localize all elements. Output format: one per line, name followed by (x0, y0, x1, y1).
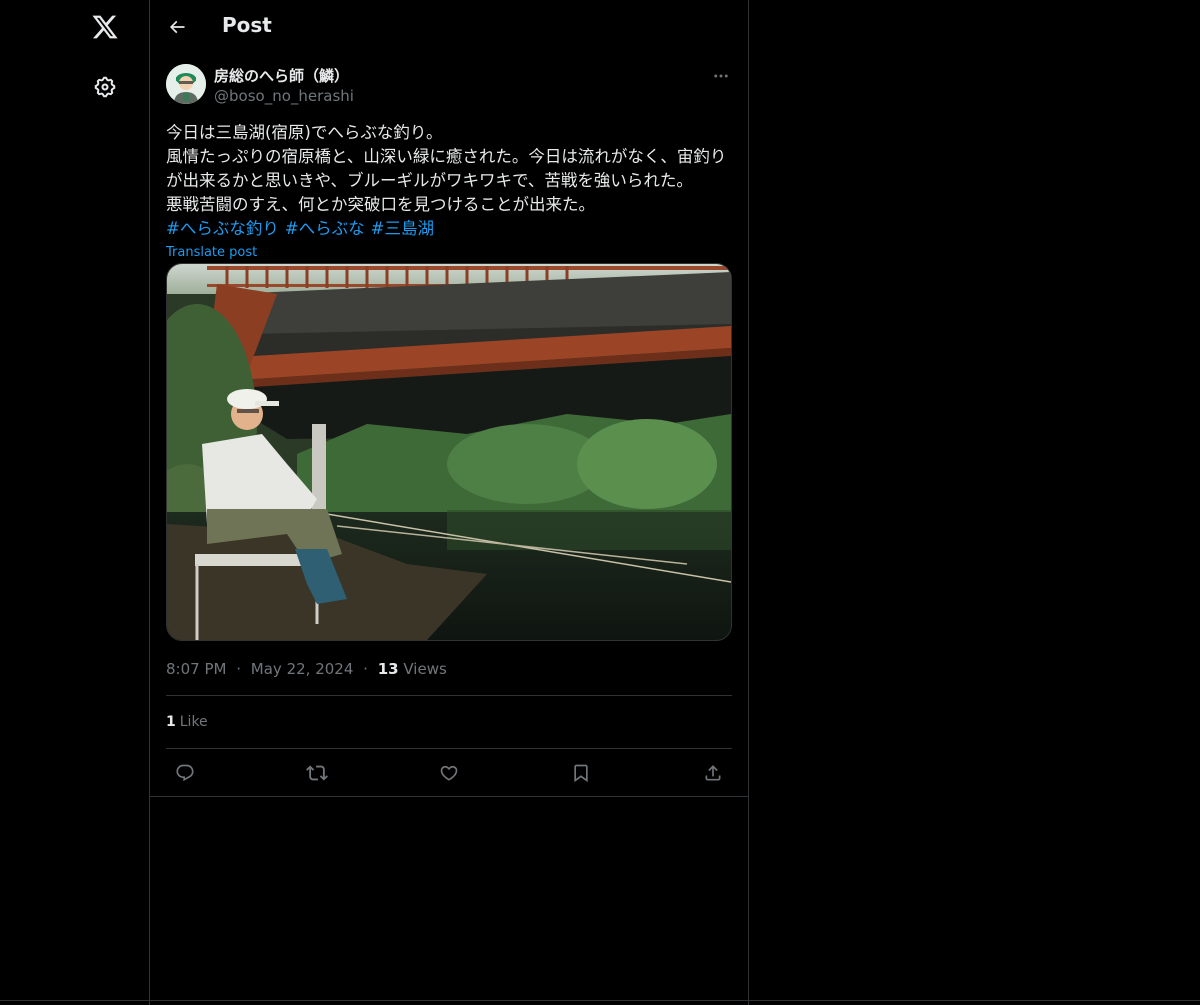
likes-row[interactable]: 1 Like (166, 696, 732, 748)
post-bottom-border (150, 796, 748, 797)
translate-post-link[interactable]: Translate post (166, 243, 257, 263)
x-logo-icon (92, 15, 118, 39)
reply-icon (176, 764, 194, 781)
fishing-photo (167, 264, 731, 640)
reply-button[interactable] (170, 758, 200, 788)
share-icon (705, 764, 721, 780)
author-info: 房総のへら師（鱗） @boso_no_herashi (214, 66, 354, 106)
avatar[interactable] (166, 64, 206, 104)
avatar-illustration (166, 64, 206, 104)
settings-button[interactable] (80, 62, 130, 112)
left-rail (0, 0, 150, 1005)
author-handle[interactable]: @boso_no_herashi (214, 86, 354, 106)
gear-icon (94, 76, 116, 98)
post-time[interactable]: 8:07 PM (166, 660, 226, 678)
post-date[interactable]: May 22, 2024 (251, 660, 354, 678)
app: Post 房総のへら師（鱗） @boso_no_herashi 今日は三島湖(宿… (0, 0, 1200, 1005)
more-options-button[interactable] (706, 64, 736, 88)
post-author: 房総のへら師（鱗） @boso_no_herashi (166, 64, 732, 116)
like-button[interactable] (434, 758, 464, 788)
likes-label: Like (179, 714, 208, 730)
hashtag-link[interactable]: #へらぶな釣り (166, 219, 279, 238)
post-actions (166, 749, 732, 796)
page-title: Post (222, 13, 272, 37)
meta-separator: · (363, 660, 368, 678)
views-count: 13 (377, 660, 399, 678)
share-button[interactable] (698, 758, 728, 788)
likes-count: 1 (166, 714, 176, 730)
hashtag-list: #へらぶな釣り #へらぶな #三島湖 (166, 217, 732, 241)
views-label: Views (403, 660, 447, 678)
post: 房総のへら師（鱗） @boso_no_herashi 今日は三島湖(宿原)でへら… (150, 64, 748, 797)
hashtag-link[interactable]: #へらぶな (285, 219, 365, 238)
post-photo[interactable] (166, 263, 732, 641)
hashtag-link[interactable]: #三島湖 (371, 219, 434, 238)
main-column: Post 房総のへら師（鱗） @boso_no_herashi 今日は三島湖(宿… (150, 0, 749, 1005)
repost-button[interactable] (302, 758, 332, 788)
page-bottom-border (0, 1000, 1200, 1001)
display-name[interactable]: 房総のへら師（鱗） (214, 66, 354, 86)
arrow-left-icon (169, 20, 185, 34)
more-horizontal-icon (714, 74, 728, 78)
back-button[interactable] (160, 10, 194, 44)
repost-icon (306, 765, 328, 780)
bookmark-icon (574, 764, 588, 782)
post-text: 今日は三島湖(宿原)でへらぶな釣り。 風情たっぷりの宿原橋と、山深い緑に癒された… (166, 123, 727, 214)
heart-icon (440, 765, 458, 781)
post-meta: 8:07 PM · May 22, 2024 · 13 Views (166, 657, 732, 681)
x-logo-button[interactable] (80, 2, 130, 52)
meta-separator: · (236, 660, 242, 678)
header: Post (150, 0, 748, 53)
bookmark-button[interactable] (566, 758, 596, 788)
